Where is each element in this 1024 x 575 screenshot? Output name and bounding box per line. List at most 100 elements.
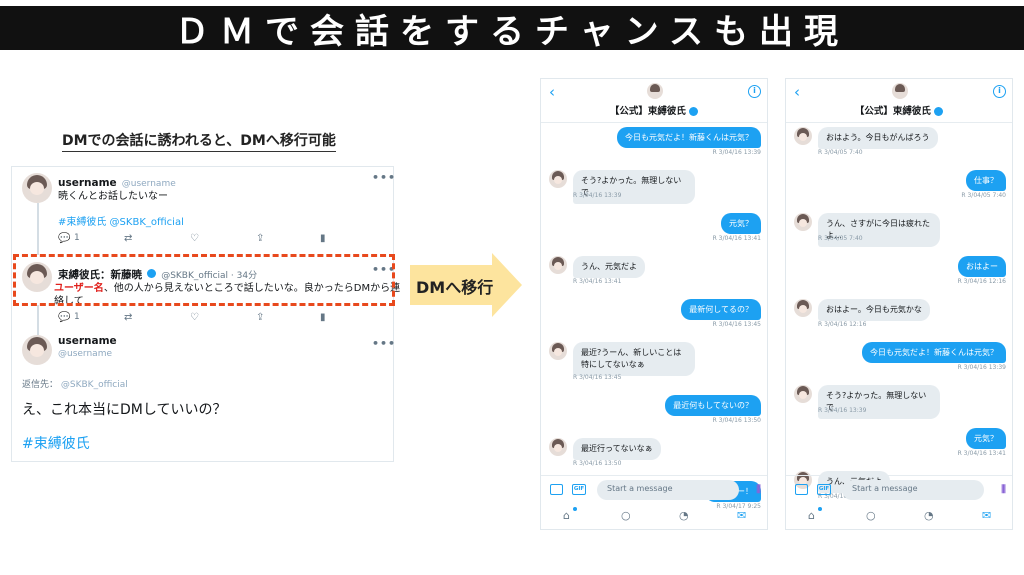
reply-count: 1 (74, 233, 80, 243)
voice-icon[interactable]: ⦀ (756, 483, 761, 497)
search-icon[interactable]: ○ (621, 509, 631, 522)
retweet-icon[interactable]: ⇄ (124, 312, 132, 323)
incoming-message[interactable]: おはよう。今日もがんばろう (818, 127, 938, 149)
bell-icon[interactable]: ◔ (679, 509, 689, 522)
analytics-icon[interactable]: ▮ (320, 233, 326, 244)
home-icon[interactable]: ⌂ (808, 509, 815, 522)
message-timestamp: R 3/04/16 13:41 (712, 235, 761, 242)
message-timestamp: R 3/04/16 13:45 (712, 321, 761, 328)
avatar[interactable] (22, 335, 52, 365)
message-timestamp: R 3/04/16 12:16 (818, 321, 867, 328)
back-arrow-icon[interactable]: ‹ (549, 83, 555, 101)
dm-title: 【公式】束縛彼氏 (541, 103, 767, 117)
message-timestamp: R 3/04/16 12:16 (957, 278, 1006, 285)
dm-title-text: 【公式】束縛彼氏 (609, 106, 686, 117)
search-icon[interactable]: ○ (866, 509, 876, 522)
message-timestamp: R 3/04/16 13:39 (818, 407, 867, 414)
tab-bar: ⌂ ○ ◔ ✉ (786, 503, 1012, 529)
more-icon[interactable]: ••• (372, 171, 396, 184)
avatar[interactable] (549, 256, 567, 274)
mail-icon[interactable]: ✉ (982, 509, 991, 522)
mail-icon[interactable]: ✉ (737, 509, 746, 522)
notification-dot (818, 507, 822, 511)
info-icon[interactable]: i (993, 85, 1006, 98)
share-icon[interactable]: ⇪ (256, 312, 264, 323)
share-icon[interactable]: ⇪ (256, 233, 264, 244)
more-icon[interactable]: ••• (372, 337, 396, 350)
section-subtitle: DMでの会話に誘われると、DMへ移行可能 (62, 130, 336, 152)
tab-bar: ⌂ ○ ◔ ✉ (541, 503, 767, 529)
outgoing-message[interactable]: 最近何もしてないの？ (665, 395, 761, 416)
dm-screen-2: ‹ 【公式】束縛彼氏 i おはよう。今日もがんばろう R 3/04/05 7:40… (785, 78, 1013, 530)
dm-title-text: 【公式】束縛彼氏 (854, 106, 931, 117)
message-timestamp: R 3/04/05 7:40 (818, 235, 863, 242)
incoming-message[interactable]: 最近?うーん、新しいことは特にしてないなぁ (573, 342, 695, 376)
reply-count: 1 (74, 312, 80, 322)
tweet3-handle: @username (58, 349, 112, 359)
image-icon[interactable] (550, 484, 563, 495)
outgoing-message[interactable]: 今日も元気だよ！新藤くんは元気？ (862, 342, 1006, 363)
avatar[interactable] (647, 83, 663, 99)
dm-screen-1: ‹ 【公式】束縛彼氏 i 今日も元気だよ！新藤くんは元気？ R 3/04/16 1… (540, 78, 768, 530)
outgoing-message[interactable]: 元気？ (966, 428, 1006, 449)
outgoing-message[interactable]: 最新何してるの？ (681, 299, 761, 320)
gif-icon[interactable]: GIF (817, 484, 831, 495)
arrow-label: DMへ移行 (416, 278, 494, 297)
message-timestamp: R 3/04/05 7:40 (818, 149, 863, 156)
message-input[interactable]: Start a message (597, 480, 739, 500)
image-icon[interactable] (795, 484, 808, 495)
avatar[interactable] (549, 342, 567, 360)
tweet3-username[interactable]: username (58, 335, 117, 347)
message-timestamp: R 3/04/16 13:50 (573, 460, 622, 467)
like-icon[interactable]: ♡ (190, 312, 199, 323)
outgoing-message[interactable]: 元気？ (721, 213, 761, 234)
avatar[interactable] (794, 127, 812, 145)
dm-header: ‹ 【公式】束縛彼氏 i (541, 79, 767, 123)
notification-dot (573, 507, 577, 511)
message-input[interactable]: Start a message (842, 480, 984, 500)
verified-icon (689, 107, 699, 116)
incoming-message[interactable]: おはよー。今日も元気かな (818, 299, 930, 321)
avatar[interactable] (892, 83, 908, 99)
avatar[interactable] (794, 385, 812, 403)
message-timestamp: R 3/04/16 13:39 (712, 149, 761, 156)
bell-icon[interactable]: ◔ (924, 509, 934, 522)
reply-to-handle[interactable]: @SKBK_official (61, 380, 128, 390)
home-icon[interactable]: ⌂ (563, 509, 570, 522)
tweet2-actions: 💬 1 ⇄ ♡ ⇪ ▮ (58, 312, 388, 326)
avatar[interactable] (22, 173, 52, 203)
highlight-box (13, 254, 395, 306)
like-icon[interactable]: ♡ (190, 233, 199, 244)
thread-line (37, 203, 39, 255)
message-timestamp: R 3/04/16 13:41 (573, 278, 622, 285)
analytics-icon[interactable]: ▮ (320, 312, 326, 323)
info-icon[interactable]: i (748, 85, 761, 98)
tweet1-text: 暁くんとお話したいなー (58, 191, 168, 202)
thread-line (37, 305, 39, 335)
verified-icon (934, 107, 944, 116)
reply-icon[interactable]: 💬 (58, 312, 70, 323)
outgoing-message[interactable]: 今日も元気だよ！新藤くんは元気？ (617, 127, 761, 148)
avatar[interactable] (794, 213, 812, 231)
avatar[interactable] (549, 438, 567, 456)
outgoing-message[interactable]: おはよー (958, 256, 1006, 277)
outgoing-message[interactable]: 仕事？ (966, 170, 1006, 191)
avatar[interactable] (549, 170, 567, 188)
title-banner: ＤＭで会話をするチャンスも出現 (0, 6, 1024, 52)
message-composer: GIF Start a message ⦀ (786, 475, 1012, 503)
incoming-message[interactable]: うん、元気だよ (573, 256, 645, 278)
back-arrow-icon[interactable]: ‹ (794, 83, 800, 101)
retweet-icon[interactable]: ⇄ (124, 233, 132, 244)
reply-icon[interactable]: 💬 (58, 233, 70, 244)
voice-icon[interactable]: ⦀ (1001, 483, 1006, 497)
banner-title: ＤＭで会話をするチャンスも出現 (175, 11, 849, 52)
incoming-message[interactable]: 最近行ってないなぁ (573, 438, 661, 460)
tweet3-hashtag[interactable]: #束縛彼氏 (22, 433, 90, 453)
tweet1-hashtags[interactable]: #束縛彼氏 @SKBK_official (58, 213, 184, 228)
message-timestamp: R 3/04/16 13:39 (957, 364, 1006, 371)
avatar[interactable] (794, 299, 812, 317)
message-timestamp: R 3/04/16 13:45 (573, 374, 622, 381)
message-composer: GIF Start a message ⦀ (541, 475, 767, 503)
gif-icon[interactable]: GIF (572, 484, 586, 495)
dm-title: 【公式】束縛彼氏 (786, 103, 1012, 117)
